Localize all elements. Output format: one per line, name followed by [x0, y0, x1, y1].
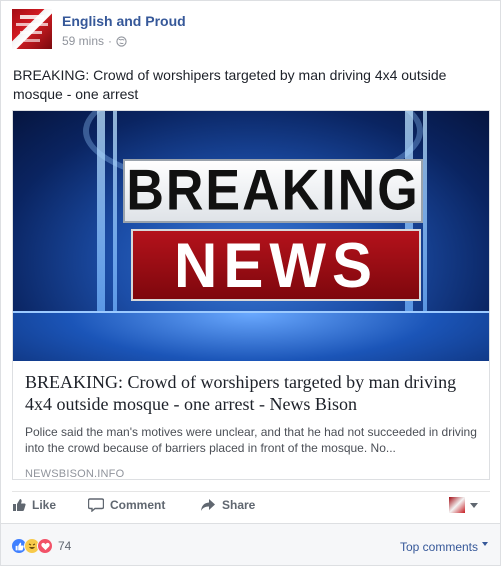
reactions-bar: 74 Top comments — [1, 523, 500, 565]
comment-label: Comment — [110, 498, 166, 512]
actions-divider — [12, 491, 490, 492]
link-description: Police said the man's motives were uncle… — [25, 425, 477, 455]
caret-down-icon — [482, 542, 488, 546]
globe-icon[interactable] — [116, 35, 127, 47]
comment-sort-label: Top comments — [399, 540, 478, 554]
page-avatar[interactable] — [12, 9, 52, 49]
link-domain: NEWSBISON.INFO — [25, 468, 125, 480]
post-timestamp[interactable]: 59 mins — [62, 34, 104, 48]
link-title[interactable]: BREAKING: Crowd of worshipers targeted b… — [25, 371, 477, 415]
link-preview-body[interactable]: BREAKING: Crowd of worshipers targeted b… — [13, 361, 489, 480]
post-header: English and Proud 59 mins · — [12, 9, 492, 53]
reaction-count[interactable]: 74 — [58, 539, 71, 553]
post-as-selector[interactable] — [449, 497, 478, 513]
post-meta: 59 mins · — [62, 34, 127, 48]
chevron-down-icon — [470, 502, 478, 508]
reaction-summary[interactable]: 74 — [11, 538, 71, 554]
love-reaction-icon — [37, 538, 53, 554]
link-preview[interactable]: BREAKING NEWS BREAKING: Crowd of worship… — [12, 110, 490, 480]
like-button[interactable]: Like — [12, 498, 56, 512]
meta-separator: · — [108, 34, 113, 48]
comment-sort-dropdown[interactable]: Top comments — [400, 540, 488, 554]
share-arrow-icon — [201, 499, 215, 511]
link-preview-image[interactable]: BREAKING NEWS — [13, 111, 489, 361]
news-banner-text: NEWS — [174, 229, 378, 301]
share-button[interactable]: Share — [200, 498, 255, 512]
thumbs-up-icon — [13, 499, 26, 511]
share-label: Share — [222, 498, 256, 512]
like-label: Like — [32, 498, 57, 512]
post-card: English and Proud 59 mins · BREAKING: Cr… — [0, 0, 501, 566]
comment-icon — [88, 498, 104, 512]
comment-button[interactable]: Comment — [88, 498, 165, 512]
news-banner: NEWS — [131, 229, 421, 301]
page-name-link[interactable]: English and Proud — [62, 13, 186, 29]
post-text: BREAKING: Crowd of worshipers targeted b… — [13, 67, 447, 102]
action-bar: Like Comment Share — [12, 497, 490, 518]
breaking-banner-text: BREAKING — [126, 159, 420, 223]
post-as-avatar — [449, 497, 465, 513]
breaking-banner: BREAKING — [123, 159, 423, 223]
